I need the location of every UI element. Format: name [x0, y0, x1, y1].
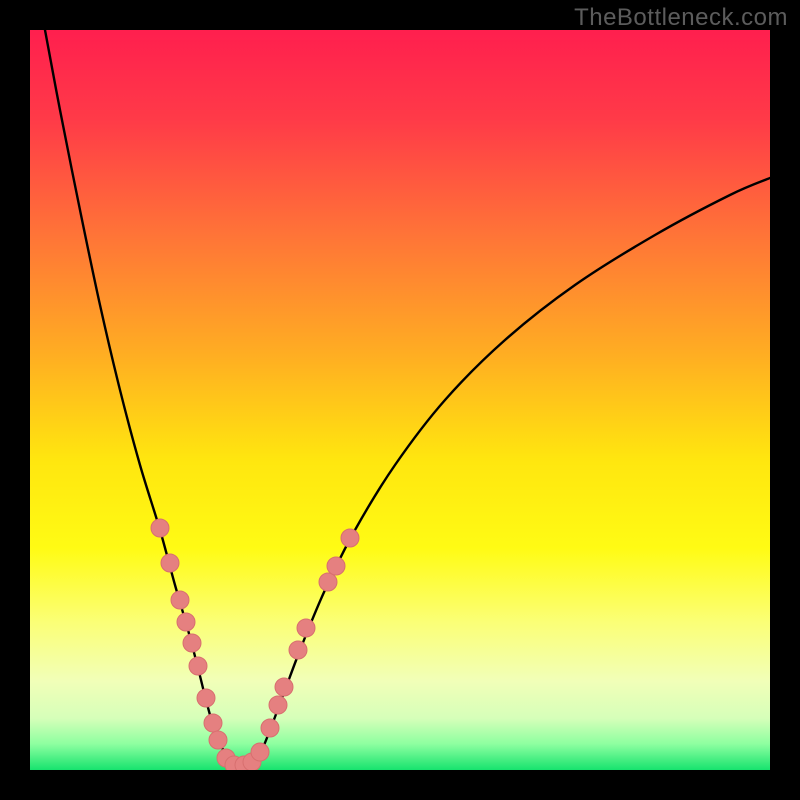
data-point — [289, 641, 307, 659]
data-point — [269, 696, 287, 714]
data-point — [209, 731, 227, 749]
data-point — [327, 557, 345, 575]
watermark-text: TheBottleneck.com — [574, 4, 788, 32]
chart-frame: TheBottleneck.com — [0, 0, 800, 800]
data-point — [341, 529, 359, 547]
data-point — [183, 634, 201, 652]
data-point — [177, 613, 195, 631]
data-point — [161, 554, 179, 572]
data-markers — [151, 519, 359, 770]
data-point — [297, 619, 315, 637]
data-point — [189, 657, 207, 675]
data-point — [171, 591, 189, 609]
data-point — [275, 678, 293, 696]
data-point — [197, 689, 215, 707]
data-point — [204, 714, 222, 732]
data-point — [261, 719, 279, 737]
data-point — [251, 743, 269, 761]
bottleneck-curve — [30, 30, 770, 770]
data-point — [151, 519, 169, 537]
data-point — [319, 573, 337, 591]
plot-area — [30, 30, 770, 770]
